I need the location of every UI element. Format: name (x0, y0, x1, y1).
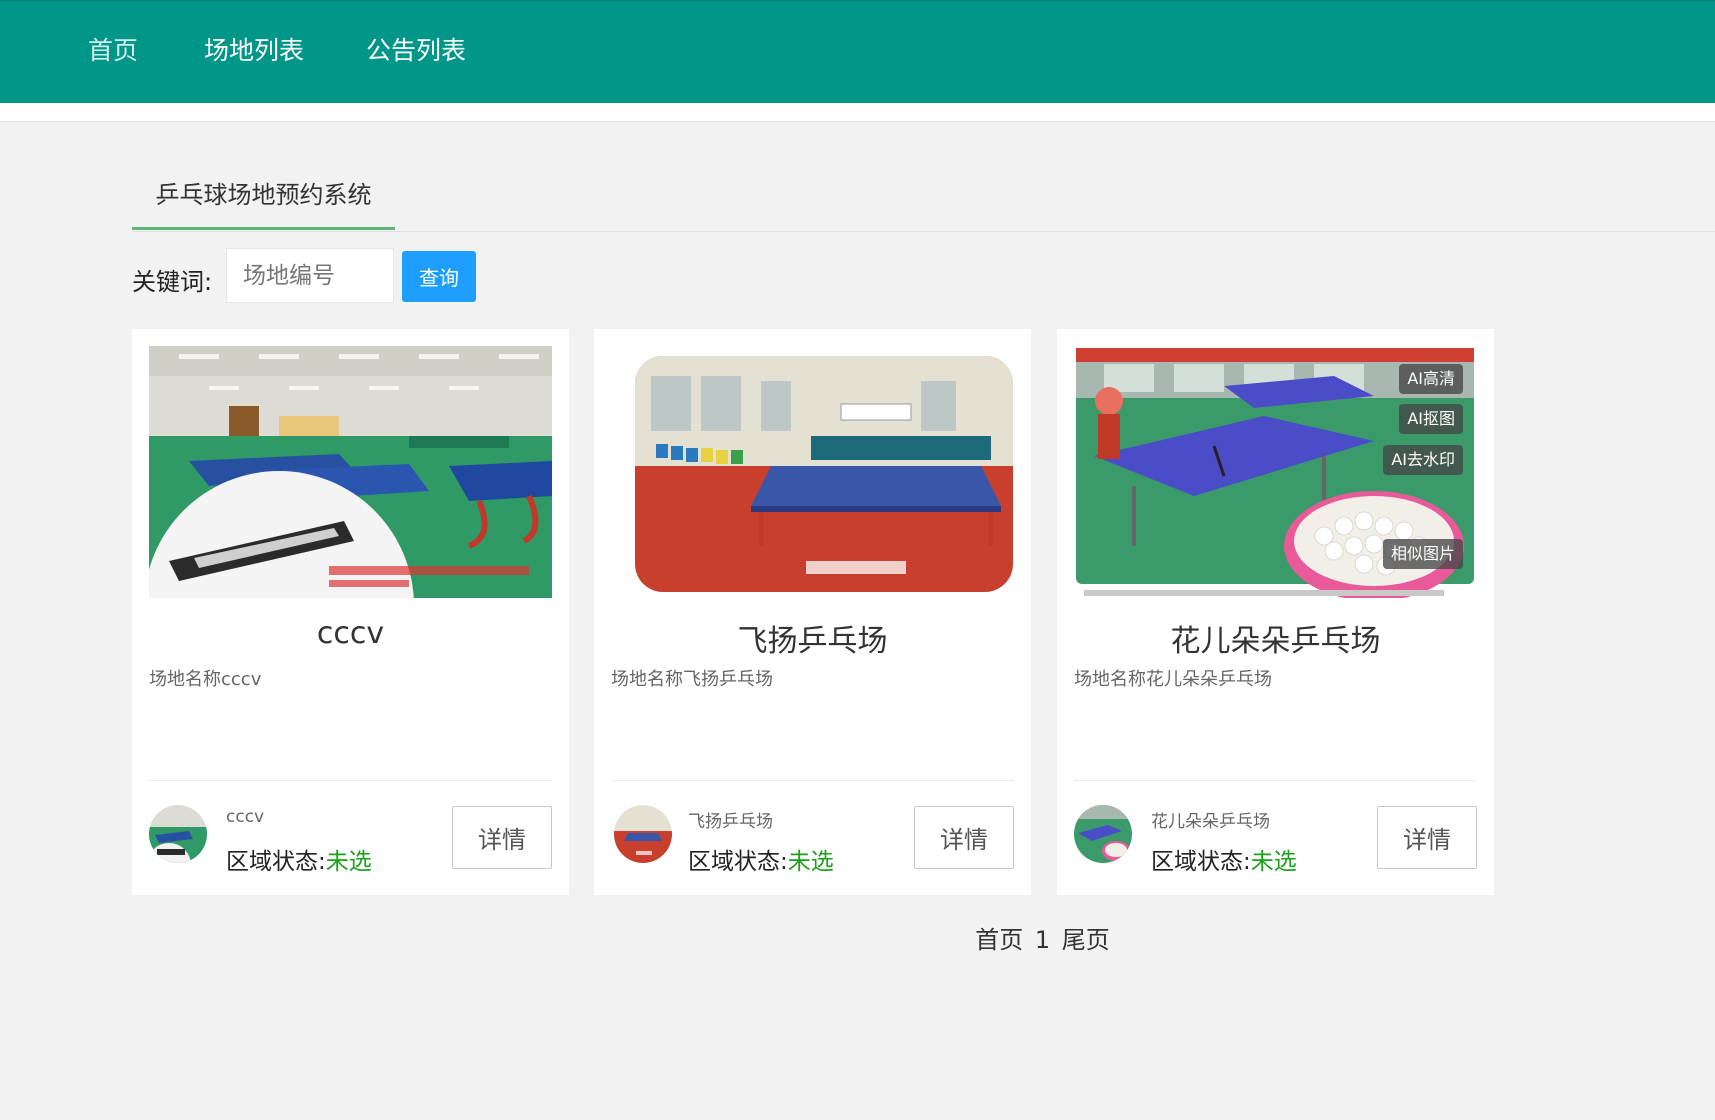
venue-title: 飞扬乒乓场 (737, 624, 888, 659)
venue-description: 场地名称飞扬乒乓场 (611, 669, 773, 690)
status-value: 未选 (787, 849, 834, 875)
header-strip (0, 103, 1715, 122)
status-value: 未选 (325, 849, 372, 875)
tab-divider (132, 231, 1715, 232)
avatar (149, 805, 207, 863)
venue-title: cccv (316, 616, 385, 651)
keyword-input[interactable] (226, 248, 394, 303)
tab-system-title[interactable]: 乒乓球场地预约系统 (132, 175, 395, 230)
venue-description: 场地名称cccv (149, 669, 262, 690)
status-value: 未选 (1250, 849, 1297, 875)
area-status: 区域状态:未选 (1151, 842, 1297, 876)
pager-current[interactable]: 1 (1035, 926, 1050, 954)
card-divider (149, 780, 552, 781)
ai-cutout-button[interactable]: AI抠图 (1399, 404, 1463, 434)
venue-image[interactable] (149, 346, 552, 598)
nav-item-venue-list[interactable]: 场地列表 (204, 31, 304, 71)
detail-button[interactable]: 详情 (452, 806, 552, 869)
card-divider (611, 780, 1014, 781)
avatar (614, 805, 672, 863)
top-nav-bar: 首页 场地列表 公告列表 (0, 0, 1715, 103)
search-button[interactable]: 查询 (402, 251, 476, 302)
venue-footer-name: 飞扬乒乓场 (688, 812, 773, 832)
area-status: 区域状态:未选 (226, 842, 372, 876)
area-status: 区域状态:未选 (688, 842, 834, 876)
detail-button[interactable]: 详情 (1377, 806, 1477, 869)
avatar (1074, 805, 1132, 863)
venue-footer-name: cccv (226, 807, 265, 827)
nav-item-notice-list[interactable]: 公告列表 (366, 31, 466, 71)
pagination: 首页 1 尾页 (0, 920, 1715, 955)
detail-button[interactable]: 详情 (914, 806, 1014, 869)
status-label: 区域状态: (688, 849, 788, 875)
status-label: 区域状态: (226, 849, 326, 875)
venue-card: AI高清 AI抠图 AI去水印 相似图片 花儿朵朵乒乓场 场地名称花儿朵朵乒乓场… (1057, 329, 1494, 895)
ai-hd-button[interactable]: AI高清 (1399, 364, 1463, 394)
venue-card: 飞扬乒乓场 场地名称飞扬乒乓场 飞扬乒乓场 区域状态:未选 详情 (594, 329, 1031, 895)
venue-footer-name: 花儿朵朵乒乓场 (1151, 812, 1270, 832)
nav-item-home[interactable]: 首页 (88, 31, 138, 71)
similar-images-button[interactable]: 相似图片 (1382, 539, 1463, 569)
venue-image[interactable] (611, 346, 1014, 598)
pager-first[interactable]: 首页 (975, 926, 1023, 954)
card-divider (1074, 780, 1477, 781)
pager-last[interactable]: 尾页 (1062, 926, 1110, 954)
ai-dewatermark-button[interactable]: AI去水印 (1383, 445, 1463, 475)
venue-image[interactable]: AI高清 AI抠图 AI去水印 相似图片 (1074, 346, 1477, 598)
status-label: 区域状态: (1151, 849, 1251, 875)
keyword-label: 关键词: (132, 268, 213, 296)
venue-title: 花儿朵朵乒乓场 (1170, 624, 1381, 659)
venue-card: cccv 场地名称cccv cccv 区域状态:未选 详情 (132, 329, 569, 895)
venue-description: 场地名称花儿朵朵乒乓场 (1074, 669, 1272, 690)
